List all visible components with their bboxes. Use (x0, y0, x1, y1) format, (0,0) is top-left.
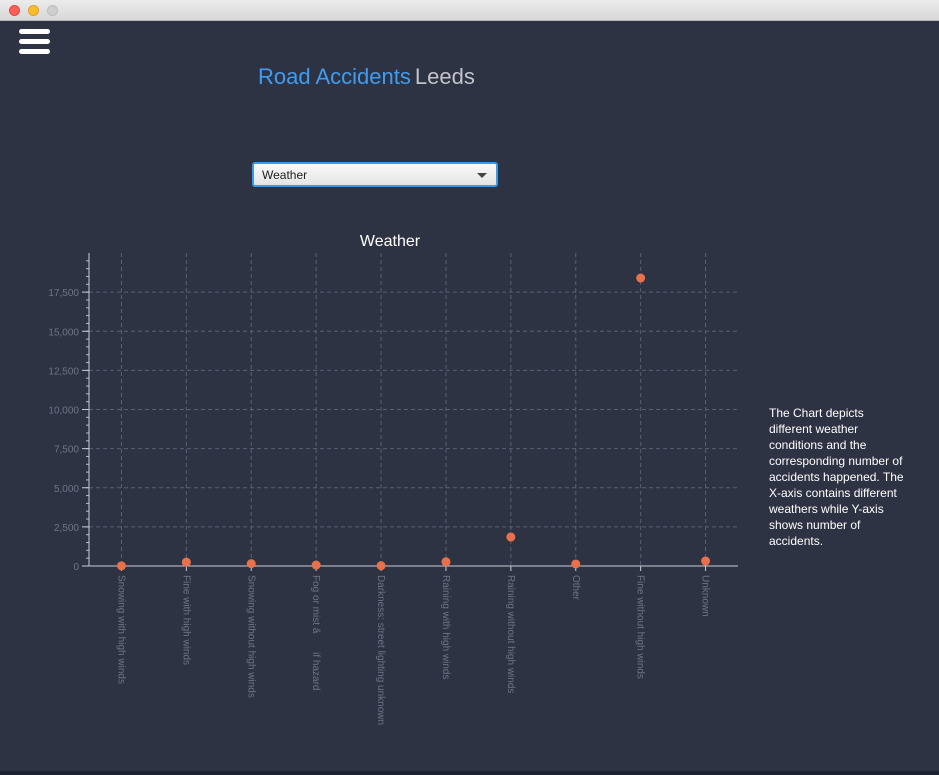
y-tick-label: 7,500 (54, 445, 79, 456)
y-tick-label: 15,000 (48, 327, 79, 338)
x-tick-label: Snowing without high winds (245, 575, 256, 698)
x-tick-label: Unknown (700, 575, 711, 617)
y-tick-label: 17,500 (48, 288, 79, 299)
y-tick-label: 5,000 (54, 484, 79, 495)
data-point (636, 273, 646, 283)
x-tick-label: Fine with high winds (180, 575, 191, 665)
x-tick-label: Darkness: street lighting unknown (375, 575, 386, 725)
data-point (311, 560, 321, 570)
y-tick-label: 2,500 (54, 523, 79, 534)
x-tick-label: Fog or mist â if hazard (310, 575, 321, 690)
data-point (181, 557, 191, 567)
app-window: Road Accidents Leeds Weather Weather 0 2,5… (0, 0, 939, 775)
y-tick-label: 12,500 (48, 366, 79, 377)
data-point (376, 561, 386, 571)
window-bottom-edge (0, 771, 939, 775)
x-tick-label: Other (570, 575, 581, 601)
data-point (441, 557, 451, 567)
x-tick-label: Raining without high winds (505, 575, 516, 693)
data-point (701, 556, 711, 566)
y-tick-label: 10,000 (48, 406, 79, 417)
data-point (571, 559, 581, 569)
data-point (506, 532, 516, 542)
chart-description: The Chart depicts different weather cond… (769, 406, 904, 548)
x-tick-label: Raining with high winds (440, 575, 451, 680)
scatter-chart: 0 2,500 5,000 7,500 10,000 12,500 15,000 17,500… (48, 253, 738, 725)
y-tick-label: 0 (73, 562, 79, 573)
x-tick-label: Fine without high winds (635, 575, 646, 679)
x-tick-label: Snowing with high winds (115, 575, 126, 684)
data-point (246, 559, 256, 569)
data-point (116, 561, 126, 571)
